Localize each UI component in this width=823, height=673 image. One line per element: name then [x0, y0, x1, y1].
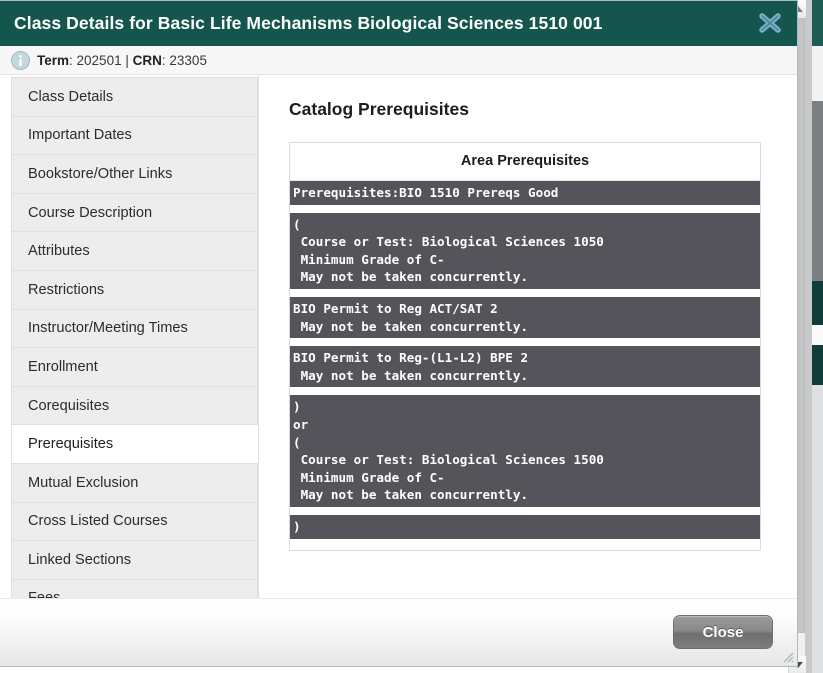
prerequisite-block: Prerequisites:BIO 1510 Prereqs Good: [290, 181, 760, 205]
prerequisite-block: ): [290, 514, 760, 539]
prerequisite-block-gap: [290, 338, 760, 347]
sidebar-item-label: Mutual Exclusion: [28, 474, 139, 491]
sidebar-item-label: Attributes: [28, 243, 90, 260]
info-separator: |: [125, 52, 129, 68]
prerequisite-block-gap: [290, 538, 760, 550]
sidebar-item-bookstore-other-links[interactable]: Bookstore/Other Links: [11, 154, 258, 193]
sidebar-item-fees[interactable]: Fees: [11, 578, 258, 598]
term-crn-info-bar: Term: 202501 | CRN: 23305: [0, 46, 797, 75]
page-title: Catalog Prerequisites: [289, 99, 469, 119]
prerequisite-block: BIO Permit to Reg ACT/SAT 2 May not be t…: [290, 296, 760, 339]
close-x-icon[interactable]: [755, 8, 785, 38]
background-dark-strip: [812, 101, 823, 281]
sidebar-item-restrictions[interactable]: Restrictions: [11, 269, 258, 309]
prerequisites-content-panel: Catalog Prerequisites Area Prerequisites…: [258, 75, 797, 598]
modal-footer: Close: [0, 598, 797, 666]
term-value: 202501: [76, 52, 122, 68]
sidebar-item-label: Class Details: [28, 88, 114, 105]
sidebar-item-label: Course Description: [28, 204, 153, 221]
crn-label: CRN: [132, 52, 162, 68]
background-teal-strip-top: [812, 0, 823, 46]
sidebar-item-label: Restrictions: [28, 281, 105, 298]
prerequisite-block-gap: [290, 288, 760, 297]
table-column-header: Area Prerequisites: [290, 143, 760, 181]
sidebar-item-prerequisites[interactable]: Prerequisites: [11, 424, 258, 463]
modal-titlebar: Class Details for Basic Life Mechanisms …: [0, 1, 797, 46]
term-crn-text: Term: 202501 | CRN: 23305: [37, 52, 207, 68]
sidebar-item-linked-sections[interactable]: Linked Sections: [11, 540, 258, 579]
sidebar-item-label: Prerequisites: [28, 436, 114, 453]
sidebar-item-corequisites[interactable]: Corequisites: [11, 385, 258, 425]
background-teal-strip-lower: [812, 345, 823, 385]
sidebar-item-label: Enrollment: [28, 358, 98, 375]
sidebar-item-important-dates[interactable]: Important Dates: [11, 115, 258, 155]
class-details-modal: Class Details for Basic Life Mechanisms …: [0, 0, 798, 667]
sidebar-item-label: Linked Sections: [28, 551, 132, 568]
sidebar-item-enrollment[interactable]: Enrollment: [11, 347, 258, 386]
background-white-strip: [812, 325, 823, 345]
prerequisite-block: ( Course or Test: Biological Sciences 10…: [290, 212, 760, 289]
background-light-strip: [812, 46, 823, 101]
prerequisite-block: BIO Permit to Reg-(L1-L2) BPE 2 May not …: [290, 346, 760, 388]
sidebar-item-instructor-meeting-times[interactable]: Instructor/Meeting Times: [11, 308, 258, 348]
sidebar-item-label: Fees: [28, 590, 60, 598]
background-teal-strip-middle: [812, 281, 823, 325]
sidebar-item-label: Corequisites: [28, 397, 110, 414]
sidebar-item-label: Important Dates: [28, 127, 132, 144]
modal-body: Class Details Important Dates Bookstore/Ot…: [0, 75, 797, 598]
sidebar-item-label: Bookstore/Other Links: [28, 165, 173, 182]
area-prerequisites-table: Area Prerequisites Prerequisites:BIO 151…: [289, 142, 761, 551]
close-button[interactable]: Close: [673, 615, 773, 649]
prerequisite-blocks: Prerequisites:BIO 1510 Prereqs Good ( Cou…: [290, 181, 760, 550]
prerequisite-block: ) or ( Course or Test: Biological Scienc…: [290, 395, 760, 507]
sidebar-item-cross-listed-courses[interactable]: Cross Listed Courses: [11, 501, 258, 541]
prerequisite-block-gap: [290, 387, 760, 396]
crn-value: 23305: [169, 52, 207, 68]
sidebar-item-label: Instructor/Meeting Times: [28, 320, 188, 337]
sidebar-item-mutual-exclusion[interactable]: Mutual Exclusion: [11, 462, 258, 502]
background-tail-strip: [812, 385, 823, 673]
resize-grip-icon[interactable]: [780, 649, 794, 663]
prerequisite-block-gap: [290, 506, 760, 515]
sidebar-item-course-description[interactable]: Course Description: [11, 192, 258, 232]
sidebar-item-label: Cross Listed Courses: [28, 513, 168, 530]
info-circle-icon: [11, 50, 30, 70]
term-label: Term: [37, 52, 70, 68]
sidebar-item-class-details[interactable]: Class Details: [11, 77, 258, 116]
prerequisite-block-gap: [290, 204, 760, 213]
modal-title: Class Details for Basic Life Mechanisms …: [14, 13, 603, 33]
sidebar-item-attributes[interactable]: Attributes: [11, 231, 258, 270]
section-nav-sidebar: Class Details Important Dates Bookstore/Ot…: [0, 75, 258, 598]
